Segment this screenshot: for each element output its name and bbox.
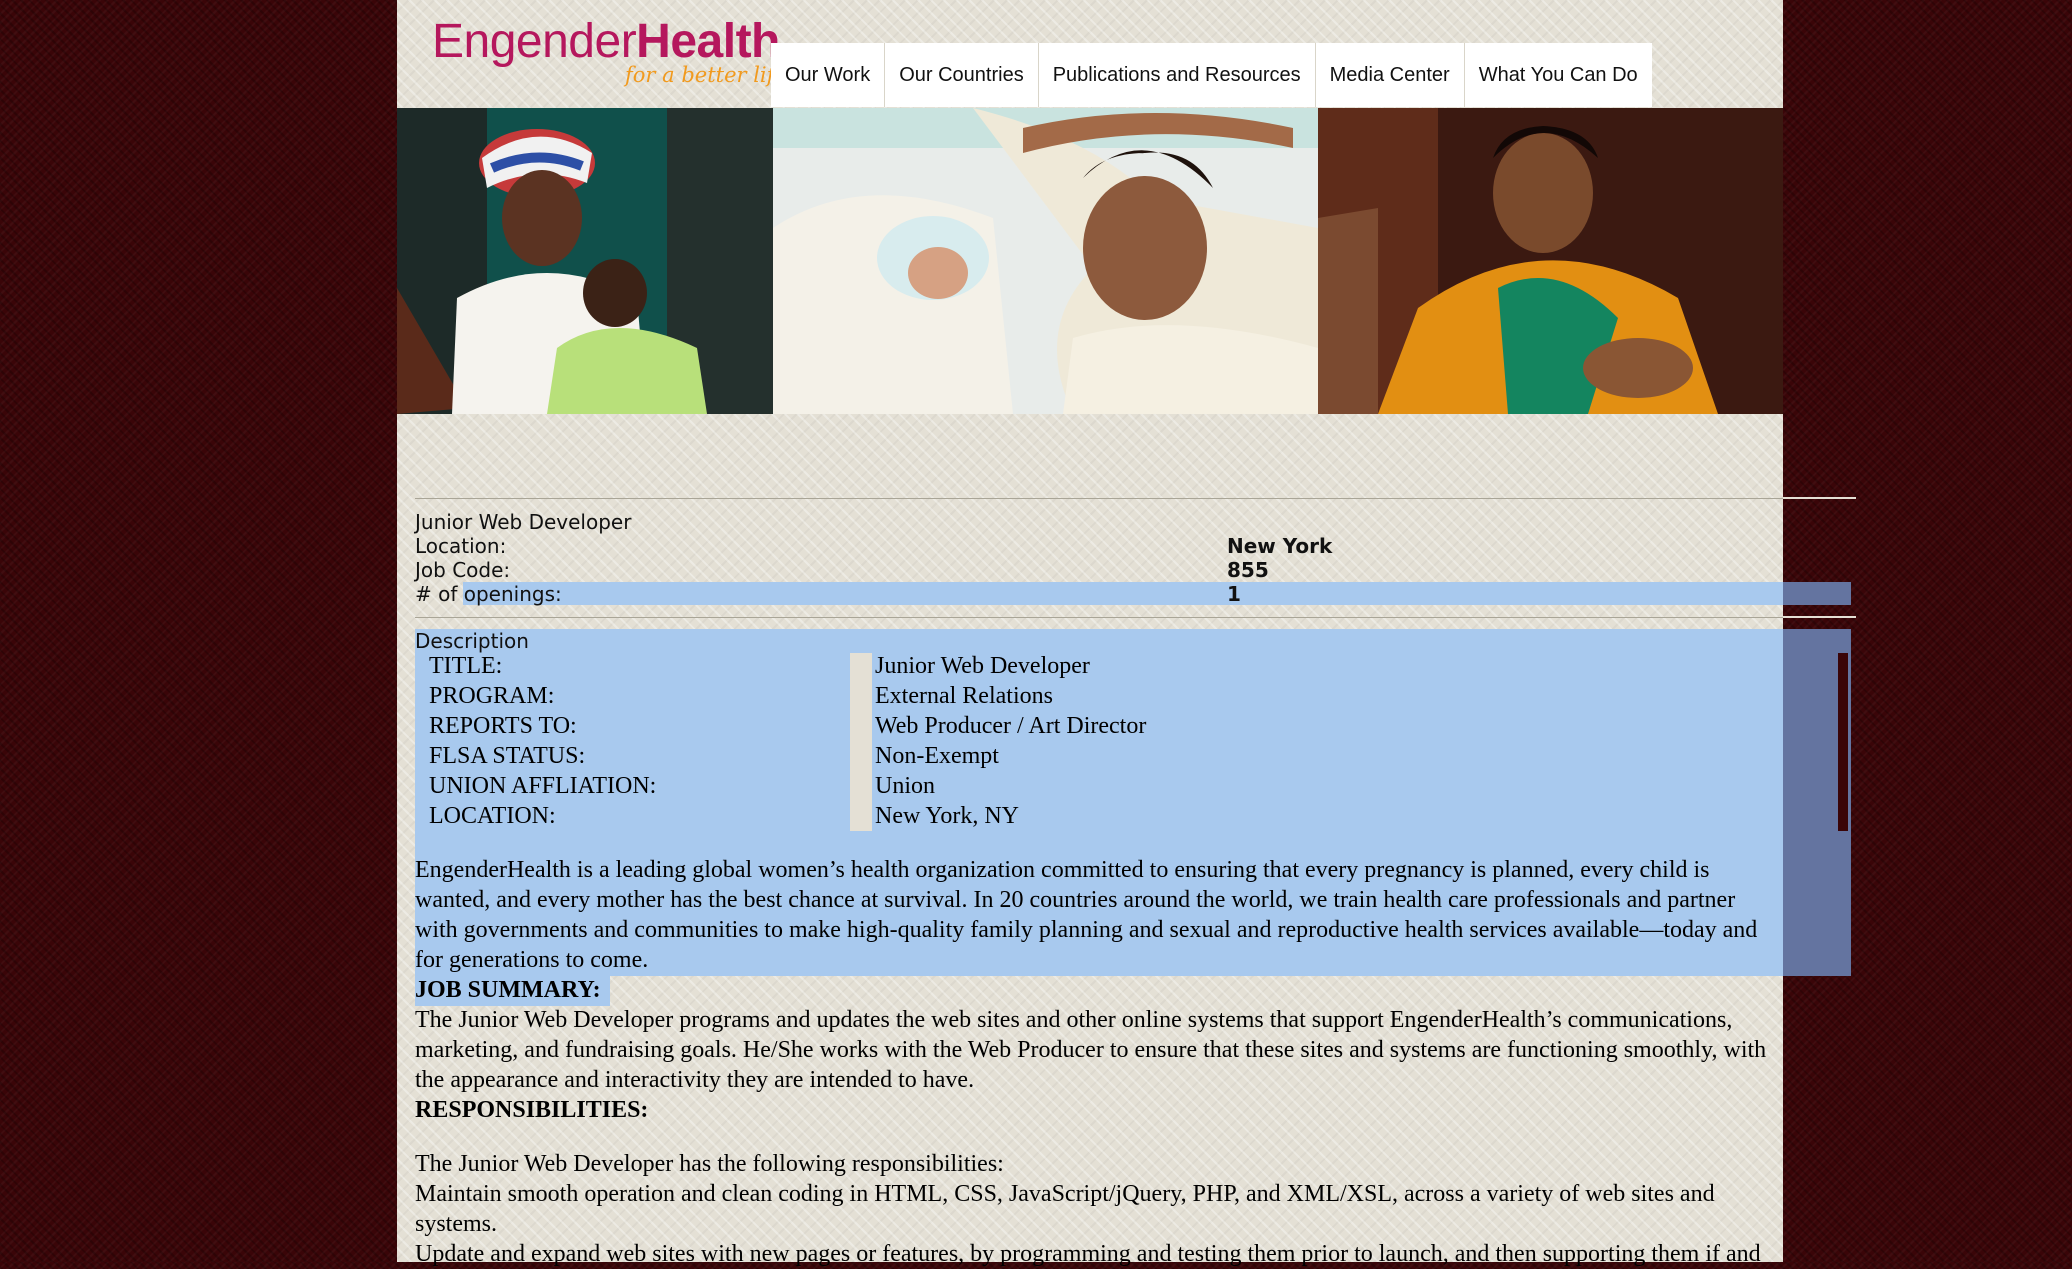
job-code-label: Job Code: (415, 558, 511, 582)
detail-value-reports-to: Web Producer / Art Director (875, 713, 1147, 739)
job-summary-heading: JOB SUMMARY: (415, 977, 601, 1003)
nav-our-countries[interactable]: Our Countries (885, 43, 1039, 107)
responsibilities-line-4: Update and expand web sites with new pag… (415, 1241, 1761, 1267)
hero-photo-mother-with-newborn (773, 108, 1318, 414)
summary-line-2: marketing, and fundraising goals. He/She… (415, 1037, 1767, 1063)
responsibilities-heading: RESPONSIBILITIES: (415, 1097, 649, 1123)
location-label: Location: (415, 534, 507, 558)
detail-value-program: External Relations (875, 683, 1053, 709)
responsibilities-line-3: systems. (415, 1211, 498, 1237)
summary-line-3: the appearance and interactivity they ar… (415, 1067, 975, 1093)
overflow-rule-top (1783, 497, 1856, 499)
nav-our-work[interactable]: Our Work (771, 43, 886, 107)
detail-value-title: Junior Web Developer (875, 653, 1090, 679)
detail-value-union-affliation: Union (875, 773, 935, 799)
selection-gap-column (850, 653, 872, 831)
detail-label-title: TITLE: (429, 653, 503, 679)
nav-media-center[interactable]: Media Center (1315, 43, 1465, 107)
description-scrollbar[interactable] (1838, 653, 1848, 831)
responsibilities-line-1: The Junior Web Developer has the followi… (415, 1151, 1004, 1177)
intro-line-1: EngenderHealth is a leading global women… (415, 857, 1710, 883)
engenderhealth-logo[interactable]: EngenderHealth for a better life (432, 14, 787, 94)
summary-line-1: The Junior Web Developer programs and up… (415, 1007, 1733, 1033)
detail-value-flsa-status: Non-Exempt (875, 743, 999, 769)
overflow-selection-openings (1783, 582, 1851, 605)
responsibilities-line-2: Maintain smooth operation and clean codi… (415, 1181, 1715, 1207)
detail-label-union-affliation: UNION AFFLIATION: (429, 773, 657, 799)
openings-value: 1 (1227, 582, 1241, 606)
overflow-selection-description (1783, 629, 1851, 976)
divider-top (415, 498, 1783, 499)
job-code-value: 855 (1227, 558, 1269, 582)
overflow-rule-bottom (1783, 616, 1856, 618)
detail-label-program: PROGRAM: (429, 683, 555, 709)
job-title: Junior Web Developer (415, 510, 632, 534)
intro-line-4: for generations to come. (415, 947, 649, 973)
hero-photo-mother-with-baby (397, 108, 773, 414)
description-label: Description (415, 629, 529, 653)
page-container: EngenderHealth for a better life Our Wor… (397, 0, 1803, 1267)
nav-what-you-can-do[interactable]: What You Can Do (1464, 43, 1652, 107)
detail-value-location: New York, NY (875, 803, 1020, 829)
text-cursor (1801, 887, 1803, 913)
intro-line-3: with governments and communities to make… (415, 917, 1758, 943)
hero-photo-woman-in-sari (1318, 108, 1783, 414)
divider-bottom (415, 617, 1783, 618)
logo-tagline: for a better life (625, 63, 787, 87)
location-value: New York (1227, 534, 1333, 558)
detail-label-reports-to: REPORTS TO: (429, 713, 577, 739)
openings-label: # of openings: (415, 582, 562, 606)
intro-line-2: wanted, and every mother has the best ch… (415, 887, 1736, 913)
detail-label-flsa-status: FLSA STATUS: (429, 743, 586, 769)
detail-label-location: LOCATION: (429, 803, 556, 829)
hero-banner (397, 108, 1783, 414)
main-nav: Our Work Our Countries Publications and … (771, 43, 1652, 107)
logo-wordmark: EngenderHealth (432, 15, 780, 68)
nav-publications-and-resources[interactable]: Publications and Resources (1038, 43, 1316, 107)
selection-highlight-openings (463, 582, 1783, 605)
